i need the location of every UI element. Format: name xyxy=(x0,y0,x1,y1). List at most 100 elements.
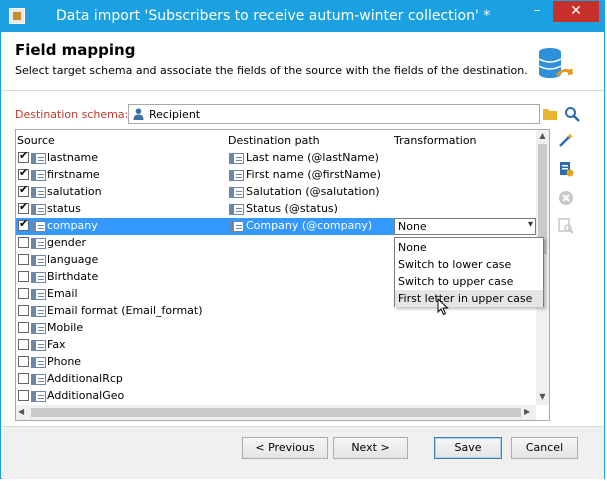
field-icon xyxy=(229,187,244,198)
database-icon xyxy=(538,48,573,78)
field-icon xyxy=(31,357,46,368)
row-checkbox[interactable] xyxy=(18,237,29,248)
row-checkbox[interactable] xyxy=(18,166,29,180)
transformation-column-header[interactable]: Transformation xyxy=(394,134,477,147)
source-field-name: Email format (Email_format) xyxy=(47,304,203,317)
transformation-selected-value: None xyxy=(398,220,427,233)
row-checkbox[interactable] xyxy=(18,390,29,401)
table-row[interactable]: salutation Salutation (@salutation) xyxy=(16,183,535,201)
row-checkbox[interactable] xyxy=(18,217,29,231)
source-field-name: firstname xyxy=(47,168,100,181)
destination-path[interactable]: Status (@status) xyxy=(246,202,338,215)
field-icon xyxy=(229,153,244,164)
option-lower-case[interactable]: Switch to lower case xyxy=(395,256,543,273)
field-icon xyxy=(31,272,46,283)
field-icon xyxy=(31,340,46,351)
horizontal-scroll-thumb[interactable] xyxy=(31,408,521,417)
table-row[interactable]: company Company (@company) None ▾ xyxy=(16,217,536,235)
destination-path[interactable]: Last name (@lastName) xyxy=(246,151,379,164)
field-icon xyxy=(31,204,46,215)
source-field-name: salutation xyxy=(47,185,102,198)
scroll-up-icon[interactable]: ▲ xyxy=(536,130,549,142)
transformation-dropdown-list: None Switch to lower case Switch to uppe… xyxy=(394,237,544,307)
title-bar[interactable]: Data import 'Subscribers to receive autu… xyxy=(1,1,604,32)
table-row[interactable]: status Status (@status) xyxy=(16,200,535,218)
scroll-right-icon[interactable]: ▶ xyxy=(524,407,530,416)
source-field-name: Email xyxy=(47,287,78,300)
source-field-name: language xyxy=(47,253,99,266)
source-column-header[interactable]: Source xyxy=(17,134,55,147)
option-none[interactable]: None xyxy=(395,239,543,256)
destination-schema-value: Recipient xyxy=(149,108,201,121)
table-row[interactable]: Phone xyxy=(16,354,535,371)
row-checkbox[interactable] xyxy=(18,254,29,265)
destination-schema-field[interactable]: Recipient xyxy=(128,104,540,124)
scroll-left-icon[interactable]: ◀ xyxy=(18,407,24,416)
destination-path[interactable]: Company (@company) xyxy=(246,219,372,232)
field-icon xyxy=(229,221,244,232)
source-field-name: Phone xyxy=(47,355,82,368)
field-icon xyxy=(31,391,46,402)
zoom-detail-icon[interactable] xyxy=(558,218,574,234)
save-button[interactable]: Save xyxy=(434,437,502,459)
field-icon xyxy=(31,170,46,181)
table-row[interactable]: lastname Last name (@lastName) xyxy=(16,149,535,167)
table-row[interactable]: Mobile xyxy=(16,320,535,337)
row-checkbox[interactable] xyxy=(18,288,29,299)
import-wizard-window: Data import 'Subscribers to receive autu… xyxy=(0,0,605,479)
table-row[interactable]: AdditionalGeo xyxy=(16,388,535,405)
delete-icon[interactable] xyxy=(558,190,574,206)
destination-column-header[interactable]: Destination path xyxy=(228,134,320,147)
field-icon xyxy=(229,204,244,215)
table-row[interactable]: Fax xyxy=(16,337,535,354)
source-field-name: Mobile xyxy=(47,321,84,334)
search-icon[interactable] xyxy=(564,106,580,122)
row-checkbox[interactable] xyxy=(18,356,29,367)
option-upper-case[interactable]: Switch to upper case xyxy=(395,273,543,290)
field-icon xyxy=(31,255,46,266)
source-field-name: company xyxy=(47,219,98,232)
cancel-button[interactable]: Cancel xyxy=(511,437,578,459)
table-row[interactable]: firstname First name (@firstName) xyxy=(16,166,535,184)
next-button[interactable]: Next > xyxy=(333,437,408,459)
source-field-name: Birthdate xyxy=(47,270,99,283)
row-checkbox[interactable] xyxy=(18,200,29,214)
destination-path[interactable]: First name (@firstName) xyxy=(246,168,381,181)
row-checkbox[interactable] xyxy=(18,322,29,333)
folder-icon[interactable] xyxy=(542,107,558,121)
field-icon xyxy=(31,221,46,232)
field-icon xyxy=(31,153,46,164)
field-icon xyxy=(31,323,46,334)
window-title: Data import 'Subscribers to receive autu… xyxy=(56,8,491,24)
destination-path[interactable]: Salutation (@salutation) xyxy=(246,185,380,198)
option-first-letter-upper[interactable]: First letter in upper case xyxy=(395,290,543,307)
field-icon xyxy=(31,238,46,249)
row-checkbox[interactable] xyxy=(18,183,29,197)
minimize-button[interactable]: – xyxy=(524,1,550,22)
transformation-select[interactable]: None ▾ xyxy=(394,218,536,235)
field-icon xyxy=(31,306,46,317)
wizard-header: Field mapping Select target schema and a… xyxy=(2,32,604,91)
previous-button[interactable]: < Previous xyxy=(242,437,328,459)
field-icon xyxy=(31,289,46,300)
page-title: Field mapping xyxy=(15,41,136,59)
source-field-name: AdditionalGeo xyxy=(47,389,125,402)
field-icon xyxy=(31,187,46,198)
page-subtitle: Select target schema and associate the f… xyxy=(15,64,528,77)
table-row[interactable]: AdditionalRcp xyxy=(16,371,535,388)
scroll-down-icon[interactable]: ▼ xyxy=(536,391,549,403)
chevron-down-icon[interactable]: ▾ xyxy=(528,219,533,230)
magic-wand-icon[interactable] xyxy=(558,132,574,148)
source-field-name: AdditionalRcp xyxy=(47,372,123,385)
source-field-name: lastname xyxy=(47,151,99,164)
row-checkbox[interactable] xyxy=(18,305,29,316)
row-checkbox[interactable] xyxy=(18,271,29,282)
add-field-icon[interactable] xyxy=(558,161,574,177)
field-icon xyxy=(229,170,244,181)
row-checkbox[interactable] xyxy=(18,149,29,163)
row-checkbox[interactable] xyxy=(18,339,29,350)
close-button[interactable]: ✕ xyxy=(553,1,599,22)
mouse-cursor-icon xyxy=(437,298,449,316)
horizontal-scrollbar[interactable]: ◀ ▶ xyxy=(16,405,536,420)
row-checkbox[interactable] xyxy=(18,373,29,384)
